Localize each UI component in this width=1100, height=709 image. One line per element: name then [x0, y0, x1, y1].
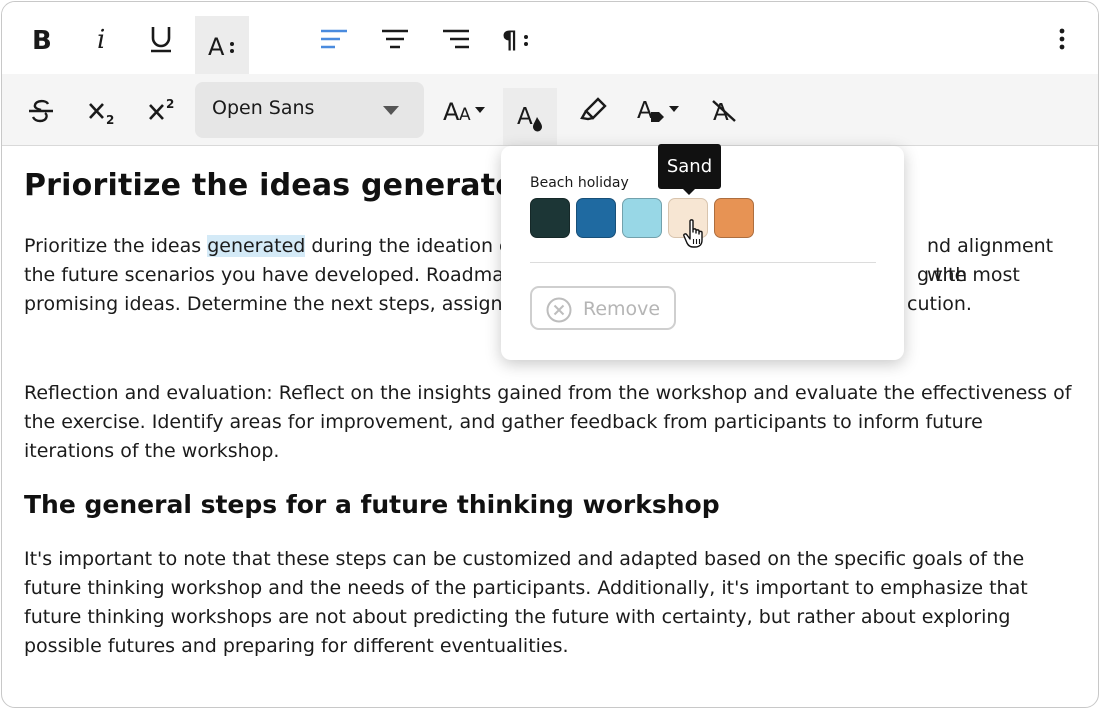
paragraph-button[interactable]: ¶	[499, 22, 533, 56]
align-left-icon	[321, 29, 347, 49]
remove-label: Remove	[583, 298, 661, 320]
more-vertical-icon	[1059, 28, 1065, 50]
toolbar-row-1: B i A ¶	[2, 2, 1098, 74]
selected-text: generated	[207, 235, 306, 257]
svg-text:¶: ¶	[502, 26, 517, 52]
align-right-icon	[443, 29, 469, 49]
superscript-button[interactable]: 2	[146, 94, 178, 126]
svg-text:A: A	[517, 104, 533, 130]
superscript-icon: 2	[149, 97, 174, 120]
underline-button[interactable]	[146, 22, 176, 56]
more-button[interactable]	[1052, 24, 1072, 54]
paragraph-2: Reflection and evaluation: Reflect on th…	[24, 382, 1072, 462]
svg-text:i: i	[97, 26, 105, 52]
color-swatch-light-blue[interactable]	[622, 198, 662, 238]
align-right-button[interactable]	[440, 24, 472, 54]
align-center-icon	[382, 29, 408, 49]
highlighter-icon	[580, 97, 607, 121]
font-size-icon: AA	[443, 98, 485, 124]
palette-name: Beach holiday	[530, 175, 629, 191]
bold-button[interactable]: B	[26, 22, 56, 56]
bold-icon: B	[32, 26, 52, 52]
svg-text:2: 2	[166, 97, 174, 111]
paragraph-3: It's important to note that these steps …	[24, 548, 1028, 657]
swatch-tooltip: Sand	[658, 144, 721, 189]
color-swatch-ocean-blue[interactable]	[576, 198, 616, 238]
font-family-select[interactable]: Open Sans	[195, 82, 424, 138]
text-tag-icon: A	[637, 98, 679, 124]
color-swatch-dark-teal[interactable]	[530, 198, 570, 238]
font-family-value: Open Sans	[212, 97, 315, 119]
remove-color-button[interactable]: Remove	[530, 286, 676, 330]
svg-text:2: 2	[106, 113, 114, 126]
hand-pointer-cursor-icon	[683, 219, 703, 248]
strikethrough-button[interactable]	[24, 94, 58, 128]
subscript-icon: 2	[89, 103, 114, 126]
text-color-icon: A	[517, 104, 542, 131]
italic-button[interactable]: i	[88, 22, 114, 56]
paragraph-icon: ¶	[502, 26, 528, 52]
underline-icon	[151, 27, 171, 53]
strikethrough-icon	[29, 99, 53, 123]
font-size-button[interactable]: AA	[441, 94, 489, 126]
close-circle-icon	[546, 297, 572, 323]
svg-text:A: A	[443, 98, 460, 124]
svg-text:B: B	[32, 26, 52, 52]
align-center-button[interactable]	[379, 24, 411, 54]
popover-divider	[530, 262, 876, 263]
text-style-icon: A	[208, 33, 234, 58]
document-heading-1: Prioritize the ideas generated	[24, 168, 538, 203]
text-tag-button[interactable]: A	[634, 94, 682, 126]
text-style-button[interactable]: A	[195, 16, 249, 74]
chevron-down-icon	[383, 106, 399, 115]
italic-icon: i	[97, 26, 105, 52]
document-heading-2: The general steps for a future thinking …	[24, 490, 720, 519]
clear-format-button[interactable]: A	[708, 94, 740, 126]
tooltip-arrow	[683, 189, 695, 195]
clear-format-icon: A	[712, 100, 736, 124]
svg-text:A: A	[208, 33, 225, 58]
svg-text:A: A	[637, 98, 653, 124]
subscript-button[interactable]: 2	[86, 96, 118, 128]
svg-text:A: A	[459, 105, 471, 124]
color-swatch-orange[interactable]	[714, 198, 754, 238]
align-left-button[interactable]	[318, 24, 350, 54]
text-color-button[interactable]: A	[503, 88, 557, 145]
highlight-button[interactable]	[576, 94, 610, 126]
